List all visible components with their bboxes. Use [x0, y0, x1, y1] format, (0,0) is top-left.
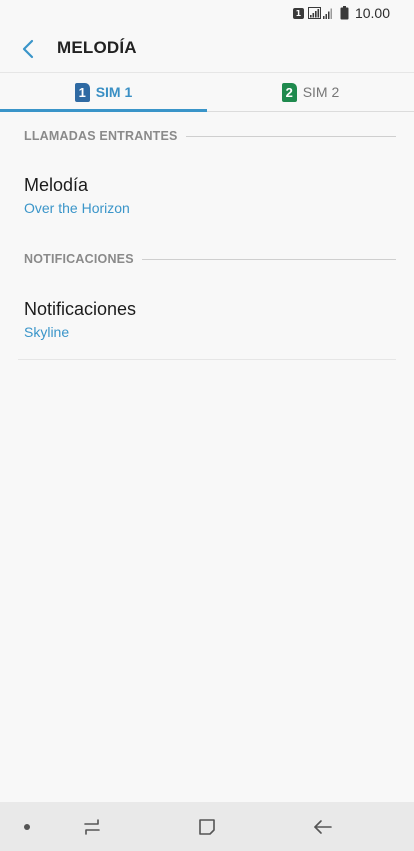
ringtone-setting[interactable]: Melodía Over the Horizon: [0, 174, 414, 218]
tab-sim-2-label: SIM 2: [302, 84, 340, 100]
dot-button[interactable]: [12, 814, 42, 840]
notification-sound-setting[interactable]: Notificaciones Skyline: [0, 298, 414, 342]
tab-sim-2[interactable]: 2 SIM 2: [207, 73, 414, 111]
home-icon: [199, 819, 215, 835]
back-nav-button[interactable]: [308, 814, 338, 840]
sim-1-icon: 1: [292, 7, 304, 19]
navigation-bar: [0, 802, 414, 851]
tab-sim-1[interactable]: 1 SIM 1: [0, 73, 207, 112]
app-bar: MELODÍA: [0, 26, 414, 72]
sim-2-card-icon: 2: [281, 82, 297, 102]
setting-title: Notificaciones: [24, 299, 137, 319]
signal-icon: [307, 7, 332, 19]
sim-tabs: 1 SIM 1 2 SIM 2: [0, 72, 414, 112]
list-divider: [18, 359, 396, 360]
sim-1-card-icon: 1: [74, 82, 90, 102]
setting-value: Skyline: [24, 324, 70, 340]
section-divider: [141, 258, 396, 260]
tab-sim-1-label: SIM 1: [95, 84, 133, 100]
back-arrow-icon: [314, 820, 332, 834]
section-header-incoming-calls: LLAMADAS ENTRANTES: [24, 126, 396, 146]
dot-icon: [24, 824, 30, 830]
section-header-label: NOTIFICACIONES: [24, 252, 134, 266]
section-header-label: LLAMADAS ENTRANTES: [24, 129, 178, 143]
recents-button[interactable]: [77, 814, 107, 840]
section-divider: [185, 135, 396, 137]
home-button[interactable]: [192, 814, 222, 840]
setting-title: Melodía: [24, 175, 89, 195]
section-header-notifications: NOTIFICACIONES: [24, 249, 396, 269]
setting-value: Over the Horizon: [24, 200, 130, 216]
status-icons: 1 10.00: [292, 5, 390, 21]
battery-icon: [340, 6, 349, 20]
clock: 10.00: [354, 5, 390, 21]
page-title: MELODÍA: [57, 38, 137, 57]
back-button[interactable]: [12, 34, 44, 64]
recents-icon: [84, 819, 100, 835]
chevron-left-icon: [22, 39, 34, 59]
status-bar: 1 10.00: [0, 0, 414, 26]
